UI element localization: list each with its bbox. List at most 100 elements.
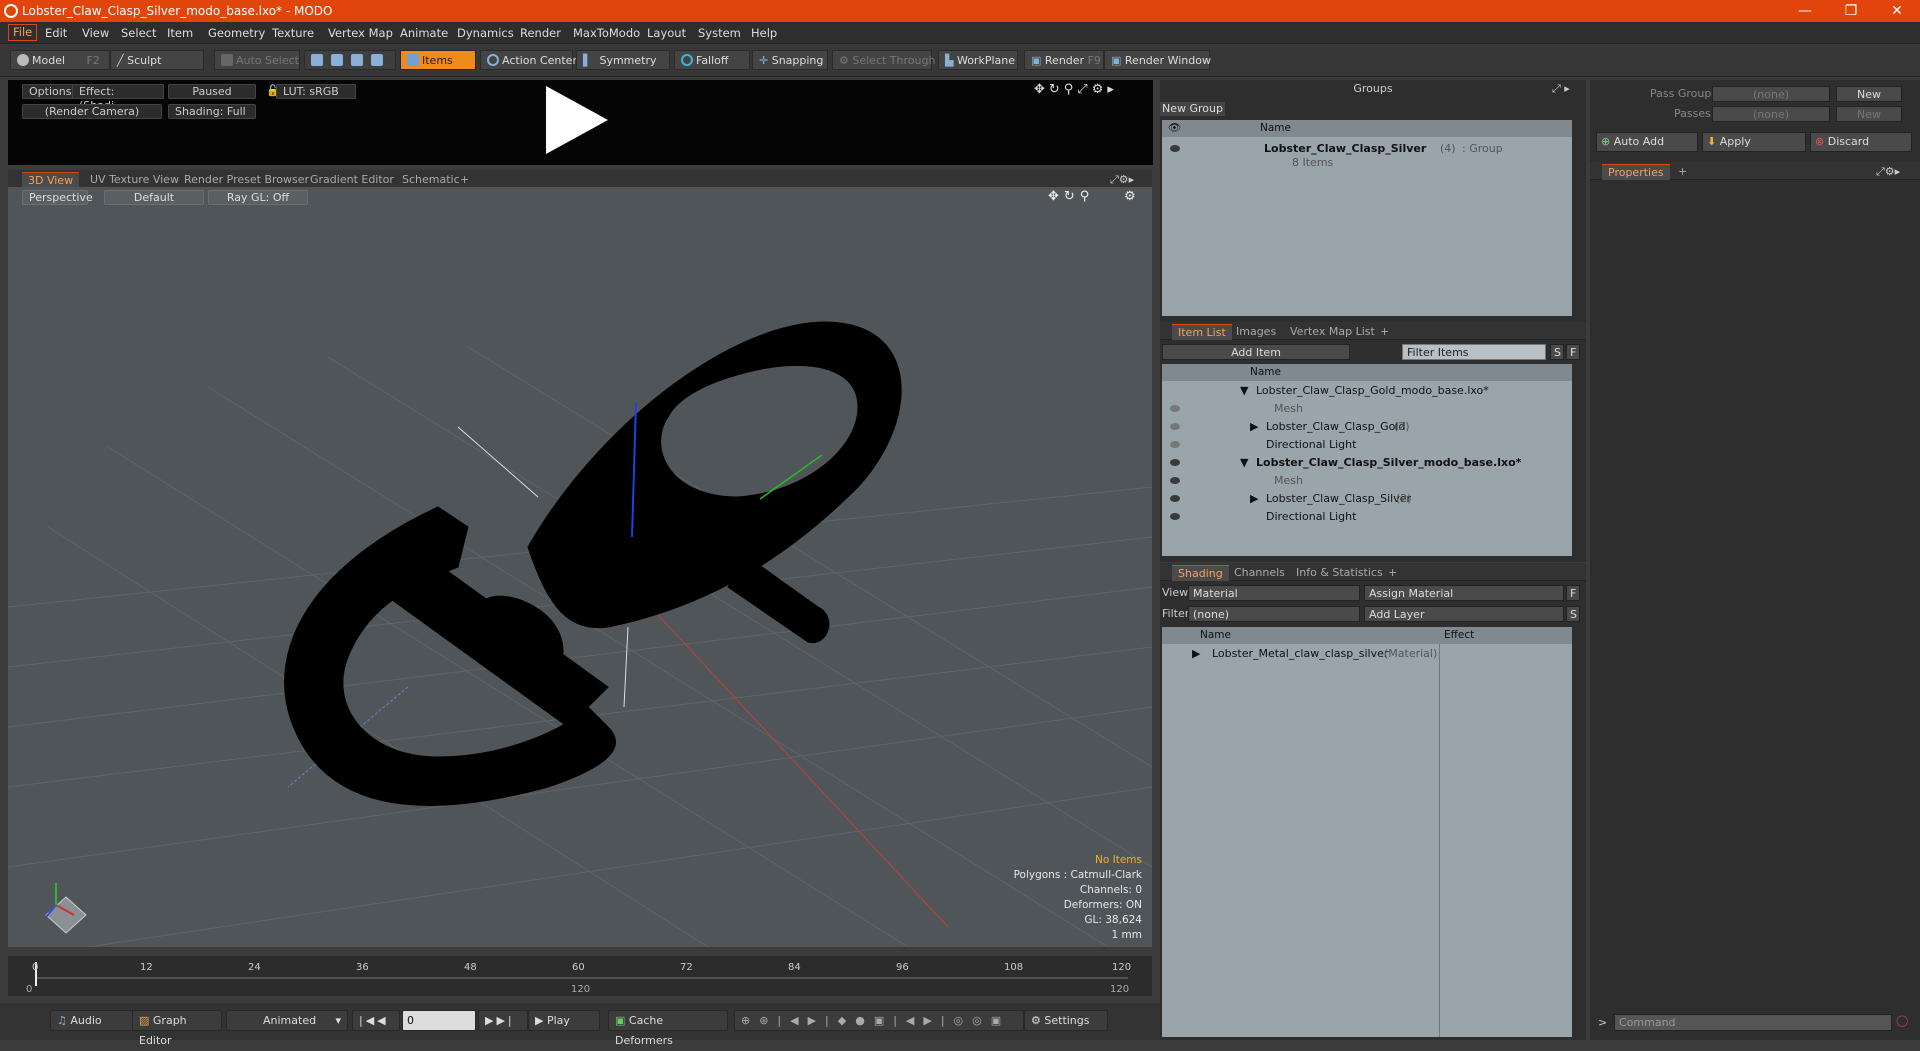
tab-images[interactable]: Images: [1230, 324, 1282, 340]
menu-view[interactable]: View: [82, 26, 109, 40]
viewport-nav-icons[interactable]: ✥↻⚲: [1048, 189, 1094, 204]
visibility-icon[interactable]: [1170, 459, 1180, 466]
expand-icon[interactable]: ▼: [1240, 382, 1248, 400]
settings-button[interactable]: ⚙ Settings: [1024, 1010, 1108, 1031]
menu-item[interactable]: Item: [167, 26, 193, 40]
model-mode-button[interactable]: Model F2: [10, 50, 110, 70]
shading-dropdown[interactable]: Shading: Full: [168, 104, 256, 119]
preview-paused-button[interactable]: Paused: [168, 84, 256, 99]
view-dropdown[interactable]: Material: [1188, 585, 1360, 601]
render-camera-dropdown[interactable]: (Render Camera): [22, 104, 162, 119]
menu-system[interactable]: System: [698, 26, 741, 40]
list-item[interactable]: Directional Light: [1162, 436, 1572, 454]
graph-editor-button[interactable]: ▨ Graph Editor: [132, 1010, 222, 1047]
add-tab-button[interactable]: +: [454, 172, 475, 188]
close-button[interactable]: ✕: [1874, 0, 1920, 22]
tab-properties[interactable]: Properties: [1602, 164, 1670, 180]
snapping-button[interactable]: ✛ Snapping: [752, 50, 828, 70]
groups-list[interactable]: Name 👁 Lobster_Claw_Clasp_Silver (4) : G…: [1162, 120, 1572, 316]
list-item[interactable]: ▶ Lobster_Claw_Clasp_Silver (2): [1162, 490, 1572, 508]
visibility-icon[interactable]: [1170, 441, 1180, 448]
auto-add-button[interactable]: ⊕ Auto Add: [1596, 132, 1698, 152]
sculpt-mode-button[interactable]: ╱ Sculpt: [110, 50, 204, 70]
menu-edit[interactable]: Edit: [45, 26, 67, 40]
symmetry-button[interactable]: ▌ Symmetry: [576, 50, 670, 70]
discard-button[interactable]: ⊗ Discard: [1810, 132, 1912, 152]
expand-icon[interactable]: ▶: [1250, 418, 1258, 436]
menu-layout[interactable]: Layout: [647, 26, 686, 40]
list-item[interactable]: Mesh: [1162, 472, 1572, 490]
workplane-button[interactable]: ▙ WorkPlane: [938, 50, 1018, 70]
menu-vertex-map[interactable]: Vertex Map: [328, 26, 393, 40]
list-item[interactable]: ▶ Lobster_Claw_Clasp_Gold (2): [1162, 418, 1572, 436]
falloff-button[interactable]: Falloff: [674, 50, 750, 70]
menu-render[interactable]: Render: [520, 26, 561, 40]
render-button[interactable]: ▣ Render F9: [1024, 50, 1104, 70]
preview-options-button[interactable]: Options: [22, 84, 79, 99]
tab-shading[interactable]: Shading: [1172, 565, 1229, 581]
list-item[interactable]: ▼ Lobster_Claw_Clasp_Gold_modo_base.lxo*: [1162, 382, 1572, 400]
shading-f-button[interactable]: F: [1566, 585, 1580, 601]
list-item[interactable]: ▼ Lobster_Claw_Clasp_Silver_modo_base.lxo…: [1162, 454, 1572, 472]
add-tab-button[interactable]: +: [1374, 324, 1395, 340]
next-key-buttons[interactable]: ▶▶|: [478, 1010, 528, 1031]
visibility-icon[interactable]: [1170, 477, 1180, 484]
groups-expand-icon[interactable]: ⤢ ▸: [1552, 82, 1570, 96]
prev-key-buttons[interactable]: |◀◀: [352, 1010, 400, 1031]
new-pass-button[interactable]: New: [1836, 106, 1902, 122]
select-through-button[interactable]: ⚙ Select Through: [832, 50, 935, 70]
visibility-icon[interactable]: [1170, 423, 1180, 430]
visibility-icon[interactable]: [1170, 495, 1180, 502]
minimize-button[interactable]: —: [1782, 0, 1828, 22]
viewport-settings-icon[interactable]: ⚙: [1124, 189, 1136, 204]
pass-groups-dropdown[interactable]: (none): [1712, 86, 1830, 102]
default-style-dropdown[interactable]: Default: [104, 190, 204, 205]
tab-render-preset-browser[interactable]: Render Preset Browser: [178, 172, 315, 188]
add-layer-dropdown[interactable]: Add Layer: [1364, 606, 1564, 622]
menu-maxtomodo[interactable]: MaxToModo: [573, 26, 640, 40]
viewport-expand-icon[interactable]: ⤢⚙▸: [1104, 172, 1140, 188]
tab-channels[interactable]: Channels: [1228, 565, 1291, 581]
shading-s-button[interactable]: S: [1566, 606, 1580, 622]
menu-geometry[interactable]: Geometry: [208, 26, 265, 40]
menu-dynamics[interactable]: Dynamics: [457, 26, 514, 40]
auto-select-button[interactable]: Auto Select: [214, 50, 300, 70]
action-center-button[interactable]: Action Center: [480, 50, 577, 70]
visibility-icon[interactable]: [1170, 513, 1180, 520]
render-window-button[interactable]: ▣ Render Window: [1104, 50, 1211, 70]
tab-vertex-map-list[interactable]: Vertex Map List: [1284, 324, 1381, 340]
new-group-button[interactable]: New Group: [1160, 102, 1225, 116]
animated-dropdown[interactable]: Animated ▾: [226, 1010, 348, 1031]
apply-button[interactable]: ⬇ Apply: [1702, 132, 1806, 152]
visibility-icon[interactable]: [1170, 405, 1180, 412]
new-pass-group-button[interactable]: New: [1836, 86, 1902, 102]
raygl-dropdown[interactable]: Ray GL: Off: [208, 190, 308, 205]
add-tab-button[interactable]: +: [1382, 565, 1403, 581]
items-mode-button[interactable]: Items: [400, 50, 476, 70]
frame-input[interactable]: 0: [402, 1010, 476, 1031]
tab-info-statistics[interactable]: Info & Statistics: [1290, 565, 1389, 581]
key-tools-group[interactable]: ⊕⊛|◀▶|◆●▣|◀▶|◎◎▣: [734, 1010, 1024, 1031]
menu-animate[interactable]: Animate: [400, 26, 448, 40]
item-list-f-button[interactable]: F: [1566, 344, 1580, 360]
properties-expand-icon[interactable]: ⤢⚙▸: [1870, 164, 1906, 180]
timeline[interactable]: 0 12 24 36 48 60 72 84 96 108 120 0 120 120: [8, 956, 1152, 996]
preview-nav-icons[interactable]: ✥↻⚲⤢⚙▸: [1034, 82, 1118, 97]
component-mode-group[interactable]: [304, 50, 396, 70]
maximize-button[interactable]: ❐: [1828, 0, 1874, 22]
list-item[interactable]: Mesh: [1162, 400, 1572, 418]
menu-help[interactable]: Help: [751, 26, 777, 40]
cache-deformers-button[interactable]: ▣ Cache Deformers: [608, 1010, 728, 1047]
play-icon[interactable]: [546, 86, 608, 154]
tab-gradient-editor[interactable]: Gradient Editor: [304, 172, 400, 188]
tab-item-list[interactable]: Item List: [1172, 324, 1232, 340]
menu-select[interactable]: Select: [121, 26, 156, 40]
assign-material-button[interactable]: Assign Material: [1364, 585, 1564, 601]
filter-dropdown[interactable]: (none): [1188, 606, 1360, 622]
play-button[interactable]: ▶ Play: [528, 1010, 600, 1031]
list-item[interactable]: Directional Light: [1162, 508, 1572, 526]
visibility-icon[interactable]: [1170, 145, 1180, 152]
menu-file[interactable]: File: [8, 24, 38, 41]
item-list-s-button[interactable]: S: [1550, 344, 1564, 360]
add-tab-button[interactable]: +: [1672, 164, 1693, 180]
